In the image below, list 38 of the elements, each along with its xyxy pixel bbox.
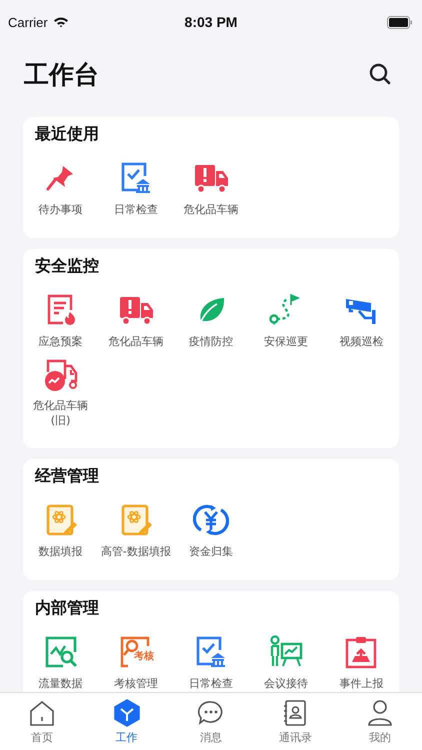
status-time: 8:03 PM <box>184 14 238 30</box>
app-shortcut[interactable]: 危化品车辆 <box>173 160 249 218</box>
carrier-text: Carrier <box>8 14 48 30</box>
page-title: 工作台 <box>24 58 99 90</box>
app-shortcut[interactable]: 流量数据 <box>23 634 98 692</box>
tab-bar-item[interactable]: 首页 <box>0 693 84 750</box>
tab-bar-item[interactable]: 通讯录 <box>253 693 338 750</box>
app-shortcut[interactable]: 会议接待 <box>248 634 324 692</box>
app-shortcut[interactable]: 危化品车辆 <box>98 292 174 350</box>
app-shortcut[interactable]: 视频巡检 <box>324 292 399 350</box>
battery-icon <box>387 16 413 28</box>
section-title: 经营管理 <box>34 466 100 488</box>
tab-bar-item[interactable]: 消息 <box>168 693 254 750</box>
section-title: 最近使用 <box>34 124 100 145</box>
app-shortcut[interactable]: 待办事项 <box>23 160 98 218</box>
section-title: 安全监控 <box>34 256 100 277</box>
tab-bar-item[interactable]: 工作 <box>84 693 169 750</box>
app-shortcut[interactable]: 应急预案 <box>23 292 98 350</box>
chat-bubble-icon <box>197 699 226 727</box>
app-shortcut[interactable]: 疫情防控 <box>173 292 249 350</box>
app-shortcut[interactable]: 日常检查 <box>173 634 249 692</box>
app-shortcut[interactable]: 安保巡更 <box>248 292 324 350</box>
app-shortcut[interactable]: 考核 考核管理 <box>98 634 174 692</box>
cube-icon <box>112 699 141 727</box>
tab-bar-item[interactable]: 我的 <box>338 693 422 750</box>
wifi-icon <box>52 16 69 28</box>
app-shortcut[interactable]: 危化品车辆 (旧) <box>23 356 98 428</box>
app-shortcut[interactable]: 资金归集 <box>173 502 249 560</box>
home-icon <box>28 699 56 727</box>
app-shortcut[interactable]: 事件上报 <box>324 634 399 692</box>
app-shortcut[interactable]: 高管-数据填报 <box>98 502 174 560</box>
search-icon[interactable] <box>368 62 392 86</box>
chart-search-icon <box>42 634 79 670</box>
section-title: 内部管理 <box>34 598 100 620</box>
person-icon <box>366 699 394 727</box>
icon-text: 考核 <box>134 651 154 662</box>
app-shortcut[interactable]: 数据填报 <box>23 502 98 560</box>
app-shortcut[interactable]: 日常检查 <box>98 160 174 218</box>
